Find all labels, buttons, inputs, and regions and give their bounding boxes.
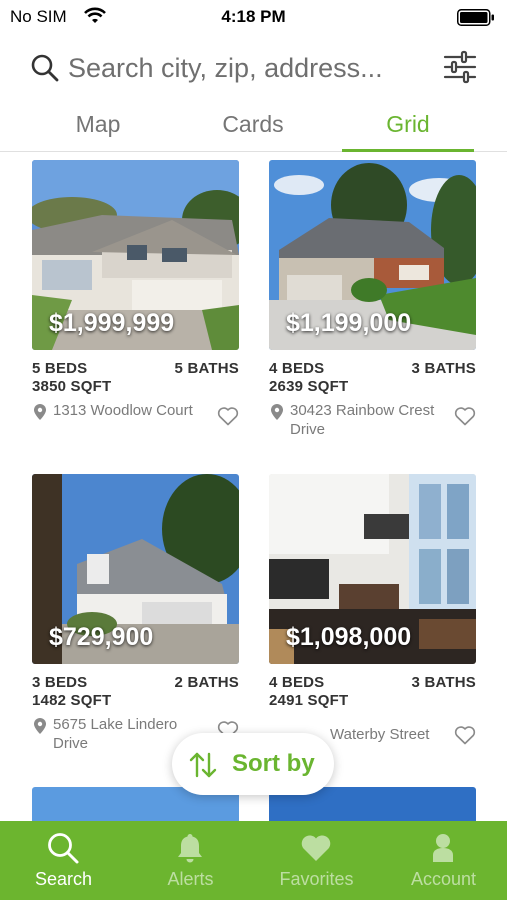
search-icon	[48, 833, 79, 864]
listing-card[interactable]: $1,199,000 4 BEDS 3 BATHS 2639 SQFT 3042…	[269, 160, 476, 444]
listing-address[interactable]: 1313 Woodlow Court	[53, 401, 203, 420]
nav-search[interactable]: Search	[0, 821, 127, 900]
nav-favorites-label: Favorites	[279, 869, 354, 889]
baths-count: 2 BATHS	[174, 674, 239, 691]
bell-icon	[178, 834, 202, 863]
heart-icon	[301, 835, 331, 861]
listing-specs: 4 BEDS 3 BATHS 2491 SQFT	[269, 674, 476, 714]
square-footage: 2639 SQFT	[269, 378, 349, 395]
listing-price: $1,098,000	[286, 623, 412, 651]
listing-specs: 5 BEDS 5 BATHS 3850 SQFT	[32, 360, 239, 400]
status-bar: No SIM 4:18 PM	[0, 0, 507, 34]
listing-photo[interactable]: $1,199,000	[269, 160, 476, 350]
address-row: 30423 Rainbow Crest Drive	[269, 400, 476, 444]
battery-icon	[457, 9, 494, 26]
nav-alerts[interactable]: Alerts	[127, 821, 254, 900]
square-footage: 2491 SQFT	[269, 692, 349, 709]
listing-specs: 4 BEDS 3 BATHS 2639 SQFT	[269, 360, 476, 400]
view-tabs: Map Cards Grid	[0, 100, 507, 152]
clock: 4:18 PM	[221, 7, 286, 26]
listing-price: $729,900	[49, 623, 154, 651]
listing-photo[interactable]: $1,098,000	[269, 474, 476, 664]
tab-map[interactable]: Map	[32, 100, 164, 152]
listing-grid: $1,999,999 5 BEDS 5 BATHS 3850 SQFT 1313…	[0, 152, 507, 822]
search-icon	[31, 54, 59, 82]
listing-price: $1,999,999	[49, 309, 175, 337]
listing-card[interactable]: $1,098,000 4 BEDS 3 BATHS 2491 SQFT Wate…	[269, 474, 476, 758]
sort-button[interactable]: Sort by	[172, 733, 334, 795]
search-bar	[0, 40, 507, 96]
beds-count: 4 BEDS	[269, 674, 325, 691]
nav-alerts-label: Alerts	[167, 869, 214, 889]
listing-address[interactable]: 30423 Rainbow Crest Drive	[290, 401, 440, 439]
beds-count: 4 BEDS	[269, 360, 325, 377]
tab-cards[interactable]: Cards	[187, 100, 319, 152]
listing-specs: 3 BEDS 2 BATHS 1482 SQFT	[32, 674, 239, 714]
listing-card[interactable]: $729,900 3 BEDS 2 BATHS 1482 SQFT 5675 L…	[32, 474, 239, 758]
filter-sliders-icon[interactable]	[443, 49, 477, 85]
listing-photo[interactable]: $1,999,999	[32, 160, 239, 350]
beds-count: 5 BEDS	[32, 360, 88, 377]
location-pin-icon	[34, 718, 46, 734]
sort-arrows-icon	[189, 752, 217, 778]
tab-grid[interactable]: Grid	[342, 100, 474, 152]
square-footage: 1482 SQFT	[32, 692, 112, 709]
nav-account-label: Account	[410, 869, 477, 889]
person-icon	[433, 834, 453, 862]
sort-label: Sort by	[232, 750, 315, 777]
address-row: 1313 Woodlow Court	[32, 400, 239, 444]
favorite-heart-icon[interactable]	[454, 725, 476, 745]
nav-search-label: Search	[34, 869, 93, 889]
square-footage: 3850 SQFT	[32, 378, 112, 395]
beds-count: 3 BEDS	[32, 674, 88, 691]
nav-account[interactable]: Account	[380, 821, 507, 900]
baths-count: 3 BATHS	[411, 674, 476, 691]
baths-count: 5 BATHS	[174, 360, 239, 377]
listing-photo[interactable]: $729,900	[32, 474, 239, 664]
location-pin-icon	[34, 404, 46, 420]
search-input[interactable]	[68, 48, 428, 88]
bottom-tab-bar: Search Alerts Favorites Account	[0, 821, 507, 900]
nav-favorites[interactable]: Favorites	[253, 821, 380, 900]
favorite-heart-icon[interactable]	[454, 406, 476, 426]
listing-card[interactable]: $1,999,999 5 BEDS 5 BATHS 3850 SQFT 1313…	[32, 160, 239, 444]
listing-price: $1,199,000	[286, 309, 412, 337]
baths-count: 3 BATHS	[411, 360, 476, 377]
favorite-heart-icon[interactable]	[217, 406, 239, 426]
location-pin-icon	[271, 404, 283, 420]
